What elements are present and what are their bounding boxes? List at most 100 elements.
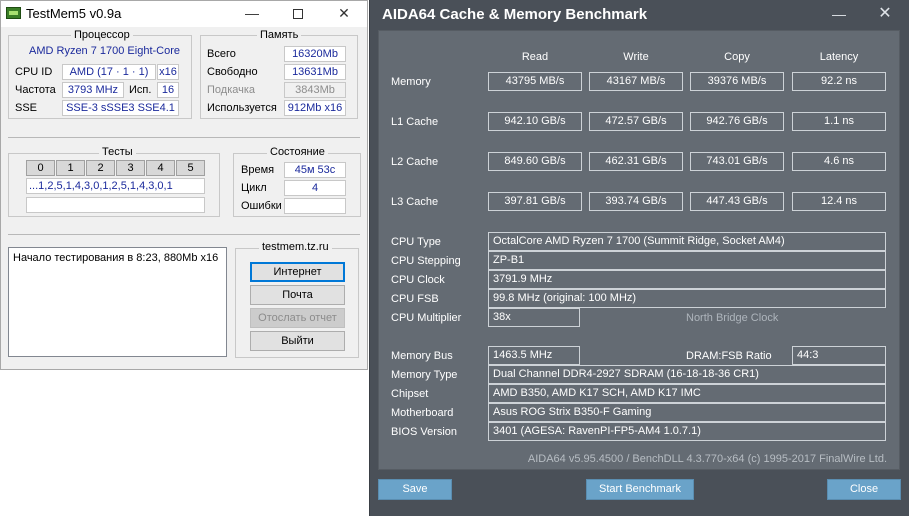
bios-label: BIOS Version — [391, 426, 458, 438]
errors-label: Ошибки — [241, 200, 282, 212]
time-value: 45м 53с — [284, 162, 346, 178]
l2-latency: 4.6 ns — [792, 152, 886, 171]
memory-type-label: Memory Type — [391, 369, 458, 381]
cpu-stepping-value: ZP-B1 — [488, 251, 886, 270]
test-tab-2[interactable]: 2 — [86, 160, 115, 176]
l3-copy: 447.43 GB/s — [690, 192, 784, 211]
cycle-label: Цикл — [241, 182, 267, 194]
aida-close-button[interactable]: ✕ — [862, 0, 908, 30]
l1-copy: 942.76 GB/s — [690, 112, 784, 131]
log-output[interactable]: Начало тестирования в 8:23, 880Mb x16 — [8, 247, 227, 357]
close-dialog-button[interactable]: Close — [827, 479, 901, 500]
cpu-multiplier-value: 38x — [488, 308, 580, 327]
cpu-clock-label: CPU Clock — [391, 274, 445, 286]
testmem-window: TestMem5 v0.9a — ✕ Процессор AMD Ryzen 7… — [0, 0, 368, 370]
cpu-fsb-value: 99.8 MHz (original: 100 MHz) — [488, 289, 886, 308]
memory-latency: 92.2 ns — [792, 72, 886, 91]
free-label: Свободно — [207, 66, 258, 78]
test-tab-3[interactable]: 3 — [116, 160, 145, 176]
minimize-button[interactable]: — — [229, 1, 275, 27]
test-progress-bar — [26, 197, 205, 213]
site-group-title: testmem.tz.ru — [259, 241, 332, 253]
bios-value: 3401 (AGESA: RavenPI-FP5-AM4 1.0.7.1) — [488, 422, 886, 441]
maximize-icon — [293, 9, 303, 19]
middle-separator — [8, 234, 360, 235]
send-report-button[interactable]: Отослать отчет — [250, 308, 345, 328]
test-tab-5[interactable]: 5 — [176, 160, 205, 176]
memory-group-title: Память — [257, 29, 302, 41]
memory-type-value: Dual Channel DDR4-2927 SDRAM (16-18-18-3… — [488, 365, 886, 384]
freq-label: Частота — [15, 84, 56, 96]
benchmark-panel: Read Write Copy Latency Memory 43795 MB/… — [378, 30, 900, 470]
close-button[interactable]: ✕ — [321, 1, 367, 27]
mail-button[interactable]: Почта — [250, 285, 345, 305]
l2-read: 849.60 GB/s — [488, 152, 582, 171]
memory-copy: 39376 MB/s — [690, 72, 784, 91]
motherboard-label: Motherboard — [391, 407, 454, 419]
row-label-memory: Memory — [391, 76, 431, 88]
col-write: Write — [623, 51, 649, 63]
l3-read: 397.81 GB/s — [488, 192, 582, 211]
row-label-l3: L3 Cache — [391, 196, 439, 208]
test-tab-1[interactable]: 1 — [56, 160, 85, 176]
l3-write: 393.74 GB/s — [589, 192, 683, 211]
test-tab-0[interactable]: 0 — [26, 160, 55, 176]
dram-fsb-label: DRAM:FSB Ratio — [686, 350, 772, 362]
cpu-type-value: OctalCore AMD Ryzen 7 1700 (Summit Ridge… — [488, 232, 886, 251]
aida-minimize-button[interactable]: — — [816, 0, 862, 30]
dram-fsb-value: 44:3 — [792, 346, 886, 365]
start-benchmark-button[interactable]: Start Benchmark — [586, 479, 694, 500]
memory-write: 43167 MB/s — [589, 72, 683, 91]
save-button[interactable]: Save — [378, 479, 452, 500]
aida-footer: AIDA64 v5.95.4500 / BenchDLL 4.3.770-x64… — [527, 453, 887, 465]
testmem-title-bar[interactable]: TestMem5 v0.9a — ✕ — [1, 1, 367, 27]
l3-latency: 12.4 ns — [792, 192, 886, 211]
state-group-title: Состояние — [267, 146, 328, 158]
chipset-label: Chipset — [391, 388, 429, 400]
cpuid-label: CPU ID — [15, 66, 53, 78]
sse-value: SSE-3 sSSE3 SSE4.1 — [62, 100, 179, 116]
used-label: Исп. — [129, 84, 152, 96]
internet-button[interactable]: Интернет — [250, 262, 345, 282]
tests-group-title: Тесты — [99, 146, 136, 158]
cpu-model: AMD Ryzen 7 1700 Eight-Core — [29, 45, 181, 57]
cpu-threads: x16 — [157, 64, 179, 80]
cpu-type-label: CPU Type — [391, 236, 441, 248]
inuse-value: 912Mb x16 — [284, 100, 346, 116]
free-value: 13631Mb — [284, 64, 346, 80]
test-sequence: ...1,2,5,1,4,3,0,1,2,5,1,4,3,0,1 — [26, 178, 205, 194]
north-bridge-clock-label: North Bridge Clock — [686, 312, 779, 324]
aida-window: AIDA64 Cache & Memory Benchmark — ✕ Read… — [369, 0, 909, 516]
errors-value — [284, 198, 346, 214]
memory-bus-label: Memory Bus — [391, 350, 453, 362]
row-label-l1: L1 Cache — [391, 116, 439, 128]
total-value: 16320Mb — [284, 46, 346, 62]
total-label: Всего — [207, 48, 236, 60]
cpu-multiplier-label: CPU Multiplier — [391, 312, 462, 324]
freq-value: 3793 MHz — [62, 82, 124, 98]
chipset-value: AMD B350, AMD K17 SCH, AMD K17 IMC — [488, 384, 886, 403]
inuse-label: Используется — [207, 102, 277, 114]
col-latency: Latency — [819, 51, 859, 63]
app-ram-icon — [6, 7, 21, 19]
sse-label: SSE — [15, 102, 38, 114]
maximize-button[interactable] — [275, 1, 321, 27]
test-tab-4[interactable]: 4 — [146, 160, 175, 176]
col-read: Read — [521, 51, 549, 63]
used-value: 16 — [157, 82, 179, 98]
l1-read: 942.10 GB/s — [488, 112, 582, 131]
window-title: TestMem5 v0.9a — [26, 6, 122, 21]
cpuid-value: AMD (17 · 1 · 1) — [62, 64, 156, 80]
l2-write: 462.31 GB/s — [589, 152, 683, 171]
l1-latency: 1.1 ns — [792, 112, 886, 131]
cycle-value: 4 — [284, 180, 346, 196]
memory-bus-value: 1463.5 MHz — [488, 346, 580, 365]
swap-label: Подкачка — [207, 84, 256, 96]
cpu-stepping-label: CPU Stepping — [391, 255, 461, 267]
row-label-l2: L2 Cache — [391, 156, 439, 168]
time-label: Время — [241, 164, 275, 176]
memory-read: 43795 MB/s — [488, 72, 582, 91]
motherboard-value: Asus ROG Strix B350-F Gaming — [488, 403, 886, 422]
exit-button[interactable]: Выйти — [250, 331, 345, 351]
cpu-fsb-label: CPU FSB — [391, 293, 439, 305]
